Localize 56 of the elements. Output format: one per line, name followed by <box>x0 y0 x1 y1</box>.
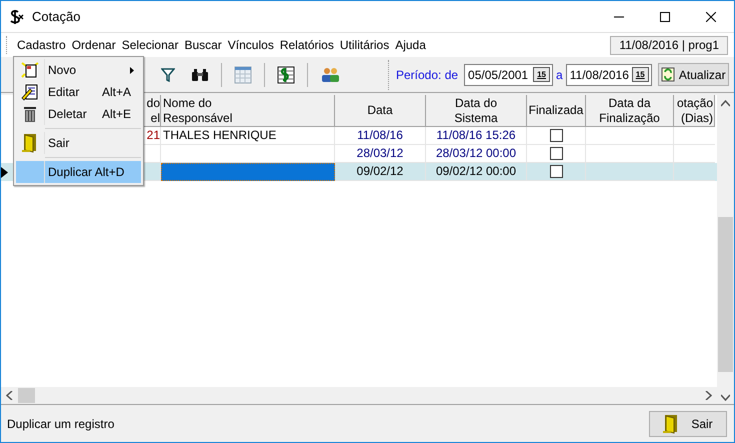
date-field[interactable]: 05/05/2001 15 <box>464 64 554 86</box>
scroll-right-icon[interactable] <box>705 391 712 400</box>
maximize-icon <box>660 12 670 22</box>
scroll-up-icon[interactable] <box>721 100 730 107</box>
column-header[interactable]: Nome do Responsável <box>161 95 335 127</box>
new-document-icon <box>21 61 39 79</box>
column-header[interactable]: Data do Sistema <box>426 95 527 127</box>
checkbox[interactable] <box>550 147 562 160</box>
door-icon <box>663 414 680 434</box>
menu-item[interactable]: Novo <box>16 59 141 81</box>
menu-item[interactable]: Deletar Alt+E <box>16 103 141 125</box>
cell-editor[interactable] <box>161 163 335 181</box>
menu-item[interactable]: Ordenar <box>68 36 119 54</box>
dollar-icon <box>8 8 24 24</box>
refresh-button[interactable]: Atualizar <box>658 63 729 86</box>
date-field[interactable]: 11/08/2016 15 <box>566 64 652 86</box>
period-label: Período: de <box>396 66 458 84</box>
menu-item[interactable]: Vínculos <box>224 36 277 54</box>
menu-item[interactable]: Utilitários <box>336 36 392 54</box>
scrollbar-thumb[interactable] <box>18 388 35 403</box>
column-header[interactable]: otação (Dias) <box>674 95 715 127</box>
checkbox[interactable] <box>550 165 562 178</box>
filter-icon[interactable] <box>161 68 175 82</box>
column-header[interactable]: Data <box>335 95 426 127</box>
menu-item[interactable]: Editar Alt+A <box>16 81 141 103</box>
people-icon[interactable] <box>320 66 340 82</box>
calendar-button[interactable]: 15 <box>533 67 550 82</box>
door-icon <box>22 133 38 153</box>
trash-icon <box>22 105 38 123</box>
to-label: a <box>556 66 563 84</box>
scroll-left-icon[interactable] <box>6 391 13 400</box>
refresh-icon <box>660 67 675 82</box>
menu-item[interactable]: Duplicar Alt+D <box>16 161 141 183</box>
close-icon <box>706 12 716 22</box>
binoculars-icon[interactable] <box>191 68 209 82</box>
scrollbar-thumb[interactable] <box>718 217 733 372</box>
column-header[interactable]: Finalizada <box>527 95 586 127</box>
menu-item[interactable]: Relatórios <box>276 36 337 54</box>
column-header[interactable]: Data da Finalização <box>586 95 674 127</box>
session-label: 11/08/2016 | prog1 <box>610 36 728 54</box>
table-cell: 09/02/12 00:00 <box>426 163 527 181</box>
spreadsheet-icon[interactable] <box>277 66 295 84</box>
menu-item[interactable]: Ajuda <box>392 36 429 54</box>
exit-button[interactable]: Sair <box>649 410 727 436</box>
menu-item[interactable]: Cadastro <box>14 36 69 54</box>
table-icon[interactable] <box>234 66 252 84</box>
checkbox[interactable] <box>550 129 562 142</box>
table-cell: 09/02/12 <box>335 163 426 181</box>
calendar-button[interactable]: 15 <box>632 67 649 82</box>
horizontal-scrollbar[interactable] <box>1 387 717 404</box>
window-title: Cotação <box>32 8 80 26</box>
edit-document-icon <box>21 83 39 101</box>
status-text: Duplicar um registro <box>7 416 114 432</box>
menu-item[interactable]: Selecionar <box>118 36 182 54</box>
menu-item[interactable]: Buscar <box>181 36 225 54</box>
scroll-down-icon[interactable] <box>721 394 730 401</box>
